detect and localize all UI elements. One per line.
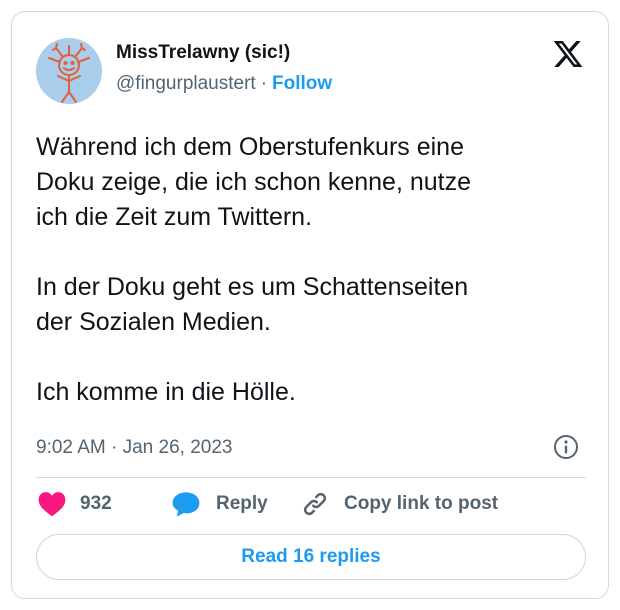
info-icon[interactable] xyxy=(553,434,579,460)
read-replies-button[interactable]: Read 16 replies xyxy=(36,534,586,580)
x-logo-icon[interactable] xyxy=(552,41,584,71)
link-icon xyxy=(303,492,327,516)
author-name[interactable]: MissTrelawny (sic!) xyxy=(116,42,290,64)
post-text: Während ich dem Oberstufenkurs eine Doku… xyxy=(36,133,471,406)
author-handle[interactable]: @fingurplaustert xyxy=(116,73,256,94)
avatar[interactable] xyxy=(36,38,102,104)
embedded-post-card: MissTrelawny (sic!) @fingurplaustert · Fol… xyxy=(11,11,609,599)
copy-link-label: Copy link to post xyxy=(344,493,499,514)
copy-link-button[interactable]: Copy link to post xyxy=(300,484,498,524)
like-button[interactable]: 932 xyxy=(38,484,112,524)
post-timestamp[interactable]: 9:02 AM · Jan 26, 2023 xyxy=(36,437,232,459)
reply-button[interactable]: Reply xyxy=(172,484,268,524)
reply-bubble-icon xyxy=(172,492,200,517)
smiley-drawing-icon xyxy=(48,43,90,103)
heart-icon xyxy=(38,492,66,517)
separator-dot: · xyxy=(260,73,268,94)
divider xyxy=(36,477,586,478)
read-replies-label: Read 16 replies xyxy=(241,546,381,567)
reply-label: Reply xyxy=(216,493,268,514)
follow-button[interactable]: Follow xyxy=(272,73,332,94)
like-count: 932 xyxy=(80,493,112,514)
author-handle-row: @fingurplaustert · Follow xyxy=(116,73,332,95)
